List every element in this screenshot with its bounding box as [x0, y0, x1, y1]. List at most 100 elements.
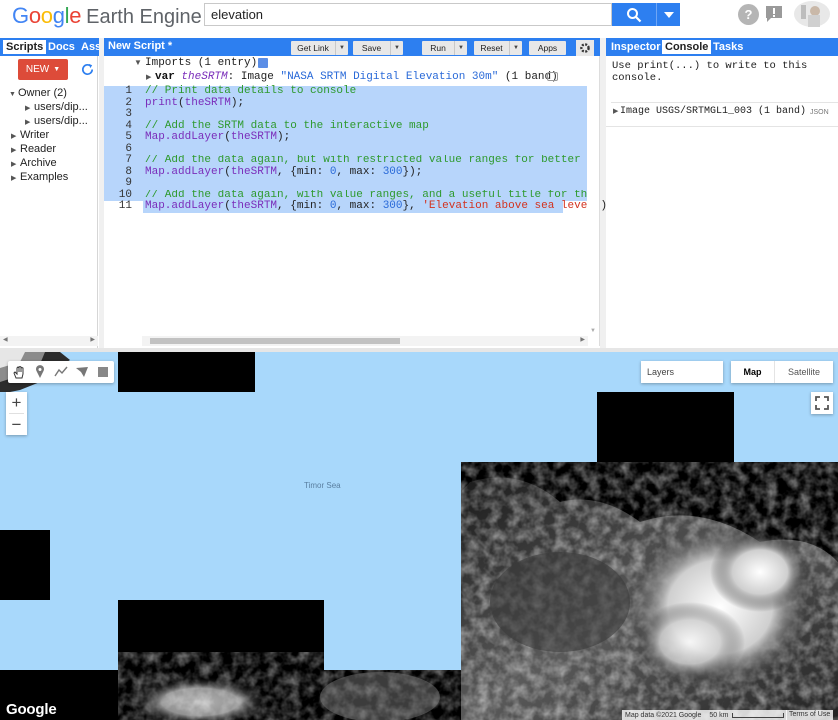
console-divider: [611, 102, 838, 103]
scrollbar-thumb[interactable]: [150, 338, 400, 344]
tree-item-label: Examples: [20, 171, 69, 183]
fullscreen-icon: [815, 396, 829, 410]
reset-button[interactable]: Reset ▼: [474, 41, 522, 55]
tree-item-label: users/dip...: [34, 101, 88, 113]
save-button[interactable]: Save ▼: [353, 41, 403, 55]
sea-area: [461, 392, 597, 462]
left-horizontal-scrollbar[interactable]: ◀ ▶: [0, 336, 98, 346]
code-function: Map.addLayer: [145, 200, 225, 212]
map-view[interactable]: [0, 352, 838, 720]
import-description: "NASA SRTM Digital Elevation 30m": [280, 71, 499, 83]
land-tile: [0, 530, 50, 600]
caret-down-icon: ▼: [53, 66, 61, 73]
scroll-down-icon: ▼: [590, 328, 596, 334]
settings-gear-icon[interactable]: [576, 40, 594, 56]
tab-scripts[interactable]: Scripts: [3, 40, 47, 54]
layers-button[interactable]: Layers: [641, 361, 723, 383]
script-tree-examples[interactable]: ▶ Examples: [11, 170, 68, 186]
run-button[interactable]: Run ▼: [422, 41, 467, 55]
new-script-button[interactable]: NEW ▼: [18, 59, 68, 80]
line-number: 11: [118, 200, 132, 212]
import-variable-name[interactable]: theSRTM: [181, 71, 227, 83]
console-panel: [606, 38, 838, 348]
earth-engine-app: GoogleEarth Engine ? Scripts Docs Ass NE…: [0, 0, 838, 720]
apps-button[interactable]: Apps: [529, 41, 566, 55]
expand-triangle-icon[interactable]: ▶: [613, 107, 618, 115]
refresh-button[interactable]: [77, 59, 97, 80]
import-entry[interactable]: var theSRTM: Image "NASA SRTM Digital El…: [155, 71, 558, 84]
line-number: 5: [125, 131, 132, 143]
sea-area: [118, 392, 461, 600]
search-dropdown-button[interactable]: [656, 3, 680, 26]
button-label: Get Link: [297, 43, 329, 53]
imports-header[interactable]: Imports (1 entry): [145, 57, 257, 70]
search-input[interactable]: [204, 3, 612, 26]
view-import-icon[interactable]: [547, 72, 558, 81]
pan-hand-icon[interactable]: [8, 361, 29, 383]
fullscreen-button[interactable]: [811, 392, 833, 414]
map-type-map-button[interactable]: Map: [731, 361, 774, 383]
json-link[interactable]: JSON: [810, 109, 829, 116]
console-divider: [606, 126, 838, 127]
map-type-control: Map Satellite: [731, 361, 833, 383]
import-expand-icon[interactable]: ▶: [146, 73, 151, 81]
help-icon[interactable]: ?: [738, 4, 759, 25]
map-type-satellite-button[interactable]: Satellite: [775, 361, 833, 383]
code-line-11[interactable]: Map.addLayer(theSRTM, {min: 0, max: 300}…: [145, 200, 614, 213]
scroll-right-icon: ▶: [580, 337, 585, 343]
caret-down-icon: ▼: [390, 41, 403, 55]
line-number: 3: [125, 108, 132, 120]
line-number: 7: [125, 154, 132, 166]
google-logo-text: Google: [12, 3, 82, 28]
editor-toolbar: [104, 38, 600, 56]
code-line-5[interactable]: Map.addLayer(theSRTM);: [145, 131, 290, 144]
caret-down-icon: [663, 11, 674, 18]
expanded-triangle-icon: ▼: [9, 91, 16, 98]
show-generated-code-icon[interactable]: [258, 58, 268, 68]
scripts-panel: [0, 38, 98, 348]
code-function: print: [145, 96, 179, 109]
scroll-left-icon: ◀: [3, 337, 8, 343]
tab-tasks[interactable]: Tasks: [713, 40, 743, 54]
script-title: New Script *: [108, 40, 173, 52]
tree-item-label: users/dip...: [34, 115, 88, 127]
marker-pin-icon[interactable]: [29, 361, 50, 383]
zoom-in-button[interactable]: +: [6, 392, 27, 413]
import-type: : Image: [227, 71, 274, 83]
zoom-out-button[interactable]: −: [6, 414, 27, 435]
console-output-entry[interactable]: Image USGS/SRTMGL1_003 (1 band): [620, 106, 806, 118]
tab-console[interactable]: Console: [662, 40, 712, 54]
land-tile: [118, 352, 255, 392]
button-label: Reset: [480, 43, 503, 53]
get-link-button[interactable]: Get Link ▼: [291, 41, 348, 55]
code-variable: theSRTM: [230, 131, 278, 143]
terms-of-use-link[interactable]: Terms of Use: [786, 710, 834, 720]
code-line-2[interactable]: print(theSRTM);: [145, 96, 244, 110]
draw-polygon-icon[interactable]: [71, 361, 92, 383]
imports-collapse-icon[interactable]: ▼: [134, 58, 142, 67]
feedback-icon[interactable]: [764, 4, 784, 24]
code-line-8[interactable]: Map.addLayer(theSRTM, {min: 0, max: 300}…: [145, 166, 422, 179]
tree-item-label: Writer: [20, 129, 50, 141]
sea-area: [50, 530, 118, 670]
editor-vertical-scrollbar[interactable]: ▼: [588, 56, 598, 336]
earth-engine-logo[interactable]: Google Earth Engine: [12, 3, 202, 29]
caret-down-icon: ▼: [509, 41, 522, 55]
tab-docs[interactable]: Docs: [48, 40, 75, 54]
sea-area: [255, 352, 597, 392]
draw-line-icon[interactable]: [50, 361, 71, 383]
draw-rectangle-icon[interactable]: [92, 361, 113, 383]
tab-inspector[interactable]: Inspector: [611, 40, 661, 54]
search-button[interactable]: [612, 3, 656, 26]
scale-label[interactable]: 50 km: [709, 712, 728, 719]
line-number: 1: [125, 85, 132, 97]
button-label: Save: [361, 43, 382, 53]
caret-down-icon: ▼: [335, 41, 348, 55]
refresh-icon: [81, 63, 93, 76]
tree-item-label: Owner (2): [18, 87, 67, 99]
editor-horizontal-scrollbar[interactable]: ▶: [142, 336, 588, 346]
collapsed-triangle-icon: ▶: [11, 175, 17, 182]
user-avatar[interactable]: [793, 1, 831, 27]
button-label: Apps: [537, 43, 558, 53]
console-hint: Use print(...) to write to this console.: [612, 60, 808, 84]
